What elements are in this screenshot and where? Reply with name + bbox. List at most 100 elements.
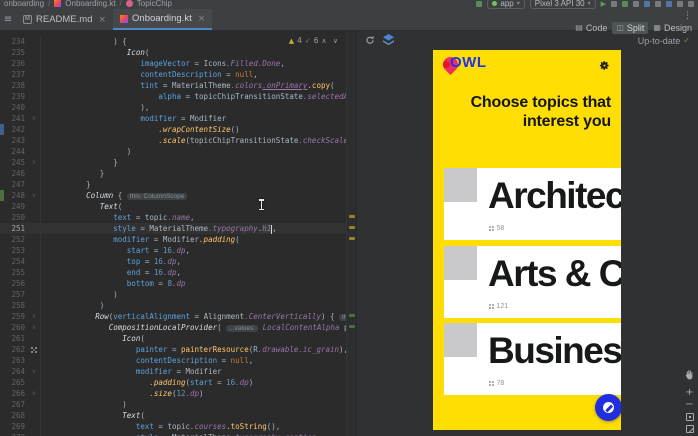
code-text[interactable]: Column { this: ColumnScope bbox=[41, 190, 346, 201]
added-stripe-mark[interactable] bbox=[349, 325, 355, 328]
search-icon[interactable] bbox=[677, 1, 683, 7]
interactive-preview-icon[interactable] bbox=[383, 32, 394, 50]
code-text[interactable]: top = 16.dp, bbox=[41, 256, 346, 267]
gutter[interactable] bbox=[28, 300, 41, 311]
code-line[interactable]: 240 ), bbox=[0, 102, 346, 113]
code-text[interactable]: imageVector = Icons.Filled.Done, bbox=[41, 58, 346, 69]
code-line[interactable]: 253 start = 16.dp, bbox=[0, 245, 346, 256]
gutter[interactable] bbox=[28, 256, 41, 267]
code-text[interactable]: modifier = Modifier.padding( bbox=[41, 234, 346, 245]
code-text[interactable]: modifier = Modifier bbox=[41, 113, 346, 124]
gutter[interactable] bbox=[28, 91, 41, 102]
code-text[interactable]: ) bbox=[41, 300, 346, 311]
gutter[interactable] bbox=[28, 212, 41, 223]
code-line[interactable]: 263 contentDescription = null, bbox=[0, 355, 346, 366]
code-text[interactable]: .wrapContentSize() bbox=[41, 124, 346, 135]
code-line[interactable]: 235 Icon( bbox=[0, 47, 346, 58]
code-line[interactable]: 266∨ .size(12.dp) bbox=[0, 388, 346, 399]
gutter[interactable] bbox=[28, 69, 41, 80]
gutter[interactable] bbox=[28, 80, 41, 91]
zoom-out-button[interactable]: − bbox=[685, 401, 693, 409]
gutter[interactable] bbox=[28, 278, 41, 289]
gutter[interactable] bbox=[28, 377, 41, 388]
code-text[interactable]: Icon( bbox=[41, 47, 346, 58]
close-icon[interactable]: × bbox=[98, 15, 106, 25]
code-line[interactable]: 269 text = topic.courses.toString(), bbox=[0, 421, 346, 432]
code-text[interactable]: start = 16.dp, bbox=[41, 245, 346, 256]
code-text[interactable]: bottom = 8.dp bbox=[41, 278, 346, 289]
run-config-selector[interactable]: app ▾ bbox=[487, 0, 524, 9]
device-manager-icon[interactable] bbox=[644, 1, 650, 7]
debug-icon[interactable] bbox=[622, 1, 628, 7]
run-button[interactable]: ▶ bbox=[601, 0, 606, 8]
code-text[interactable]: .scale(topicChipTransitionState.checkSca… bbox=[41, 135, 346, 146]
code-text[interactable]: Row(verticalAlignment = Alignment.Center… bbox=[41, 311, 346, 322]
code-lines[interactable]: 234 ) {235 Icon(236 imageVector = Icons.… bbox=[0, 36, 346, 436]
code-text[interactable]: painter = painterResource(R.drawable.ic_… bbox=[41, 344, 346, 355]
code-text[interactable]: ) bbox=[41, 289, 346, 300]
code-line[interactable]: 264∨ modifier = Modifier bbox=[0, 366, 346, 377]
gutter[interactable] bbox=[28, 410, 41, 421]
breadcrumb-file[interactable]: Onboarding.kt bbox=[65, 0, 115, 8]
gutter[interactable] bbox=[28, 399, 41, 410]
code-line[interactable]: 259∨ Row(verticalAlignment = Alignment.C… bbox=[0, 311, 346, 322]
gutter[interactable]: ∨ bbox=[28, 388, 41, 399]
drawable-preview-icon[interactable] bbox=[31, 347, 33, 349]
pan-icon[interactable] bbox=[685, 367, 694, 385]
code-line[interactable]: 239 alpha = topicChipTransitionState.sel… bbox=[0, 91, 346, 102]
code-text[interactable]: style = MaterialTheme.typography.caption… bbox=[41, 432, 346, 436]
code-line[interactable]: 251 style = MaterialTheme.typography.h1, bbox=[0, 223, 346, 234]
code-text[interactable]: ) bbox=[41, 399, 346, 410]
apply-changes-icon[interactable] bbox=[611, 1, 617, 7]
code-text[interactable]: tint = MaterialTheme.colors.onPrimary.co… bbox=[41, 80, 346, 91]
code-line[interactable]: 246 } bbox=[0, 168, 346, 179]
gutter[interactable]: ∨ bbox=[28, 190, 41, 201]
gutter[interactable]: ∨ bbox=[28, 366, 41, 377]
gutter[interactable] bbox=[28, 245, 41, 256]
mode-split-button[interactable]: ◫ Split bbox=[612, 22, 648, 34]
gutter[interactable] bbox=[28, 355, 41, 366]
expand-preview-button[interactable] bbox=[686, 425, 694, 433]
code-text[interactable]: } bbox=[41, 157, 346, 168]
gutter[interactable] bbox=[28, 432, 41, 436]
code-text[interactable]: ) bbox=[41, 146, 346, 157]
code-text[interactable]: text = topic.courses.toString(), bbox=[41, 421, 346, 432]
code-text[interactable]: .size(12.dp) bbox=[41, 388, 346, 399]
gutter[interactable] bbox=[28, 58, 41, 69]
gutter[interactable] bbox=[28, 168, 41, 179]
code-line[interactable]: 249 Text( bbox=[0, 201, 346, 212]
warning-stripe-mark[interactable] bbox=[349, 226, 355, 229]
code-editor[interactable]: 234 ) {235 Icon(236 imageVector = Icons.… bbox=[0, 31, 356, 436]
zoom-in-button[interactable]: + bbox=[685, 389, 693, 397]
code-line[interactable]: 238 tint = MaterialTheme.colors.onPrimar… bbox=[0, 80, 346, 91]
gutter[interactable] bbox=[28, 102, 41, 113]
breadcrumb-package[interactable]: onboarding bbox=[4, 0, 44, 8]
code-line[interactable]: 250 text = topic.name, bbox=[0, 212, 346, 223]
code-line[interactable]: 261 Icon( bbox=[0, 333, 346, 344]
gutter[interactable] bbox=[28, 421, 41, 432]
code-line[interactable]: 247 } bbox=[0, 179, 346, 190]
code-line[interactable]: 256 bottom = 8.dp bbox=[0, 278, 346, 289]
gutter[interactable] bbox=[28, 267, 41, 278]
breadcrumb[interactable]: onboarding / Onboarding.kt / TopicChip bbox=[4, 0, 172, 9]
code-text[interactable]: end = 16.dp, bbox=[41, 267, 346, 278]
gutter[interactable]: ∨ bbox=[28, 311, 41, 322]
gutter[interactable] bbox=[28, 289, 41, 300]
code-line[interactable]: 243 .scale(topicChipTransitionState.chec… bbox=[0, 135, 346, 146]
code-text[interactable]: Icon( bbox=[41, 333, 346, 344]
code-line[interactable]: 244 ) bbox=[0, 146, 346, 157]
gutter[interactable]: ∨ bbox=[28, 157, 41, 168]
code-text[interactable]: alpha = topicChipTransitionState.selecte… bbox=[41, 91, 346, 102]
device-selector[interactable]: Pixel 3 API 30 ▾ bbox=[530, 0, 596, 9]
tab-readme[interactable]: M README.md × bbox=[16, 9, 113, 30]
gutter[interactable] bbox=[28, 36, 41, 47]
code-line[interactable]: 270 style = MaterialTheme.typography.cap… bbox=[0, 432, 346, 436]
tool-window-menu-icon[interactable]: ≡ bbox=[0, 9, 16, 30]
gutter[interactable] bbox=[28, 333, 41, 344]
code-text[interactable]: modifier = Modifier bbox=[41, 366, 346, 377]
code-line[interactable]: 262 painter = painterResource(R.drawable… bbox=[0, 344, 346, 355]
code-line[interactable]: 267 ) bbox=[0, 399, 346, 410]
code-line[interactable]: 268 Text( bbox=[0, 410, 346, 421]
code-text[interactable]: .padding(start = 16.dp) bbox=[41, 377, 346, 388]
code-line[interactable]: 242 .wrapContentSize() bbox=[0, 124, 346, 135]
